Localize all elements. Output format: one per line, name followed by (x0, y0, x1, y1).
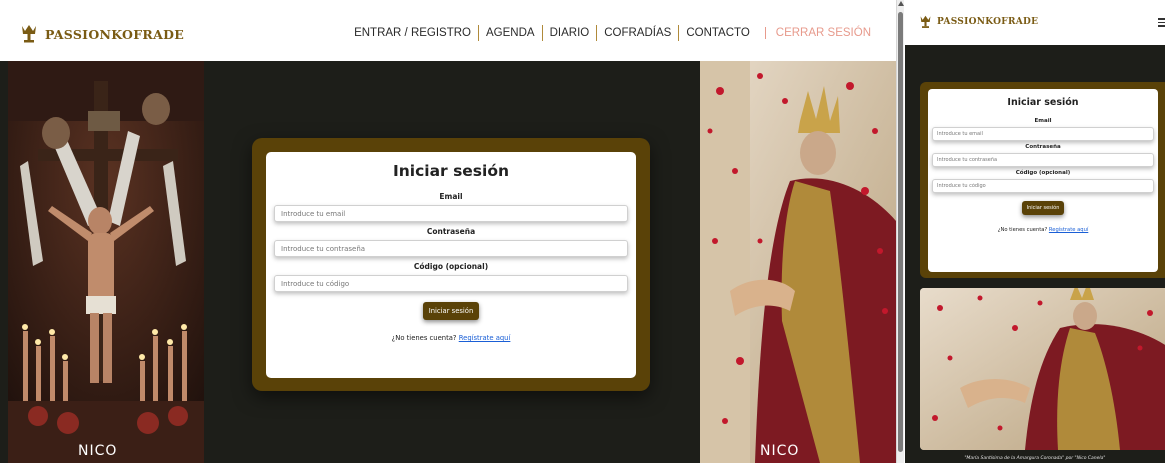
password-label: Contraseña (426, 227, 476, 236)
login-form: Iniciar sesión Email Contraseña Código (… (266, 152, 636, 378)
brand-logo[interactable]: PASSIONKOFRADE (20, 24, 184, 44)
desktop-viewport: PASSIONKOFRADE ENTRAR / REGISTRO AGENDA … (0, 0, 896, 463)
mobile-viewport: PASSIONKOFRADE Iniciar sesión Email Cont… (905, 0, 1165, 463)
crown-chalice-icon (22, 25, 36, 43)
code-field[interactable] (274, 275, 628, 292)
crucifix-image (8, 61, 204, 463)
code-label: Código (opcional) (413, 262, 489, 271)
email-label: Email (439, 192, 463, 201)
nav-cofradias[interactable]: COFRADÍAS (597, 27, 678, 39)
password-field[interactable] (274, 240, 628, 257)
brand-name: PASSIONKOFRADE (45, 26, 185, 42)
main-nav: ENTRAR / REGISTRO AGENDA DIARIO COFRADÍA… (347, 25, 878, 41)
nav-login-register[interactable]: ENTRAR / REGISTRO (347, 27, 478, 39)
password-label: Contraseña (1025, 144, 1061, 150)
mobile-login-form: Iniciar sesión Email Contraseña Código (… (928, 89, 1158, 272)
navbar: PASSIONKOFRADE ENTRAR / REGISTRO AGENDA … (0, 0, 896, 61)
photo-virgin: NICO (700, 61, 896, 463)
nav-diario[interactable]: DIARIO (543, 27, 597, 39)
email-field[interactable] (932, 127, 1154, 141)
brand-name: PASSIONKOFRADE (937, 17, 1039, 27)
hamburger-menu-icon[interactable] (1158, 18, 1165, 27)
mobile-navbar: PASSIONKOFRADE (905, 0, 1165, 45)
no-account-text: ¿No tienes cuenta? (997, 227, 1048, 233)
login-frame: Iniciar sesión Email Contraseña Código (… (252, 138, 650, 391)
password-field[interactable] (932, 153, 1154, 167)
virgin-image (920, 288, 1165, 450)
mobile-login-frame: Iniciar sesión Email Contraseña Código (… (920, 82, 1165, 278)
login-title: Iniciar sesión (392, 162, 510, 180)
scroll-up-arrow-icon[interactable] (898, 1, 904, 6)
photo-caption: "María Santísima de la Amargura Coronada… (964, 456, 1106, 461)
mobile-brand-logo[interactable]: PASSIONKOFRADE (919, 15, 1038, 29)
signup-prompt: ¿No tienes cuenta? Regístrate aquí (928, 227, 1158, 233)
virgin-image (700, 61, 896, 463)
nav-agenda[interactable]: AGENDA (479, 27, 542, 39)
code-field[interactable] (932, 179, 1154, 193)
photo-signature: NICO (760, 443, 800, 459)
nav-logout[interactable]: CERRAR SESIÓN (764, 27, 878, 39)
register-link[interactable]: Regístrate aquí (1049, 227, 1088, 233)
email-field[interactable] (274, 205, 628, 222)
email-label: Email (1034, 118, 1052, 124)
login-button[interactable]: Iniciar sesión (422, 302, 480, 320)
page-scrollbar[interactable] (896, 0, 904, 463)
signup-prompt: ¿No tienes cuenta? Regístrate aquí (266, 334, 636, 342)
nav-contacto[interactable]: CONTACTO (679, 27, 756, 39)
photo-crucifix: NICO (8, 61, 204, 463)
register-link[interactable]: Regístrate aquí (459, 334, 511, 342)
login-button[interactable]: Iniciar sesión (1021, 201, 1065, 215)
scroll-thumb[interactable] (898, 12, 903, 452)
login-title: Iniciar sesión (1007, 97, 1079, 108)
no-account-text: ¿No tienes cuenta? (391, 334, 457, 342)
code-label: Código (opcional) (1015, 170, 1071, 176)
crown-chalice-icon (920, 15, 931, 28)
photo-signature: NICO (78, 443, 118, 459)
mobile-photo-virgin (920, 288, 1165, 450)
